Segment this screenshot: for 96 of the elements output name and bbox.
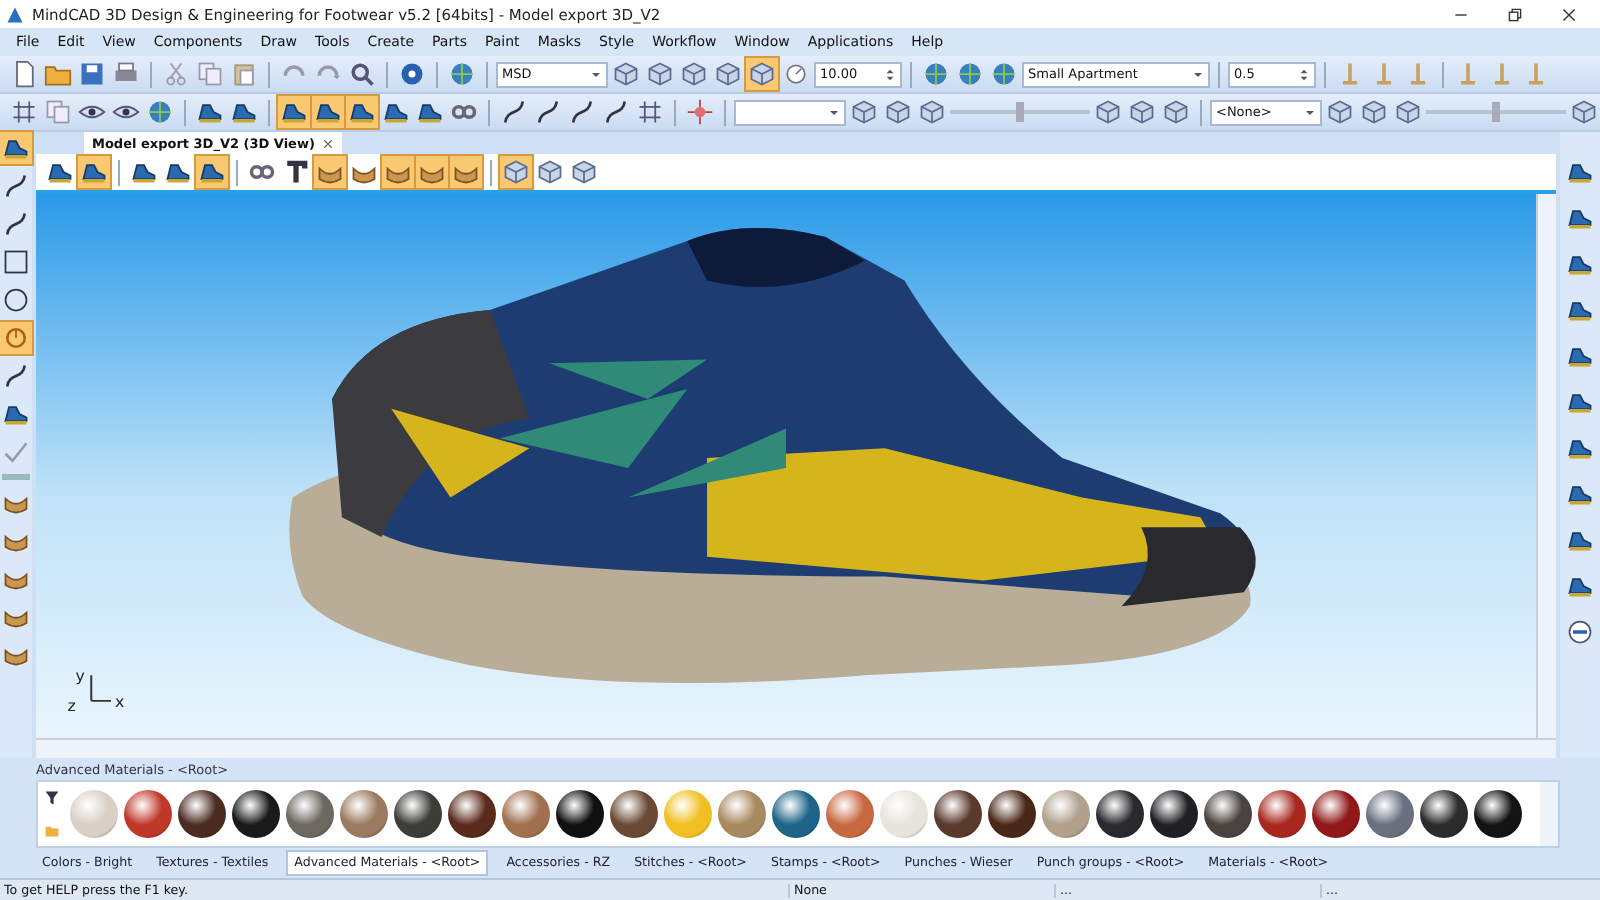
cube-icon[interactable] — [848, 96, 880, 128]
material-swatch[interactable] — [1150, 790, 1198, 838]
curve-icon[interactable] — [0, 360, 32, 392]
material-swatch[interactable] — [286, 790, 334, 838]
shoe-icon[interactable] — [0, 132, 32, 164]
material-swatch[interactable] — [448, 790, 496, 838]
cube-icon[interactable] — [1092, 96, 1124, 128]
curve-icon[interactable] — [498, 96, 530, 128]
cube-icon[interactable] — [882, 96, 914, 128]
material-swatch[interactable] — [1420, 790, 1468, 838]
cube-icon[interactable] — [610, 58, 642, 90]
material-swatch[interactable] — [880, 790, 928, 838]
material-swatch[interactable] — [664, 790, 712, 838]
material-swatch[interactable] — [1474, 790, 1522, 838]
axis-label: x — [114, 692, 125, 711]
material-swatch[interactable] — [988, 790, 1036, 838]
material-swatch[interactable] — [70, 790, 118, 838]
material-swatch[interactable] — [1204, 790, 1252, 838]
material-swatch[interactable] — [1096, 790, 1144, 838]
crosshair-icon[interactable] — [684, 96, 716, 128]
check-icon[interactable] — [0, 436, 32, 468]
curve-icon[interactable] — [532, 96, 564, 128]
cube-icon[interactable] — [1324, 96, 1356, 128]
material-swatch[interactable] — [556, 790, 604, 838]
globe-icon[interactable] — [988, 58, 1020, 90]
close-icon[interactable] — [1562, 7, 1576, 21]
gauge-icon[interactable] — [780, 58, 812, 90]
material-swatch[interactable] — [934, 790, 982, 838]
sole-icon[interactable] — [314, 156, 346, 188]
caret-icon[interactable] — [1304, 105, 1316, 119]
material-swatch[interactable] — [1312, 790, 1360, 838]
shoe-icon[interactable] — [312, 96, 344, 128]
cube-icon[interactable] — [712, 58, 744, 90]
material-swatch[interactable] — [178, 790, 226, 838]
cube-icon[interactable] — [678, 58, 710, 90]
slider[interactable] — [1426, 100, 1566, 124]
slider[interactable] — [950, 100, 1090, 124]
curve-icon[interactable] — [0, 208, 32, 240]
restore-icon[interactable] — [1508, 7, 1522, 21]
close-icon[interactable] — [322, 137, 335, 149]
cube-icon[interactable] — [916, 96, 948, 128]
square-icon[interactable] — [0, 246, 32, 278]
shoe-icon[interactable] — [78, 156, 110, 188]
curve-icon[interactable] — [566, 96, 598, 128]
material-swatch[interactable] — [718, 790, 766, 838]
curve-icon[interactable] — [0, 170, 32, 202]
cube-icon[interactable] — [1392, 96, 1424, 128]
cube-icon[interactable] — [1568, 96, 1600, 128]
dropdown-field[interactable] — [734, 99, 846, 125]
shoe-icon[interactable] — [196, 156, 228, 188]
caret-icon[interactable] — [828, 105, 840, 119]
globe-icon[interactable] — [954, 58, 986, 90]
grid-icon[interactable] — [634, 96, 666, 128]
spinner-arrows-icon[interactable] — [884, 67, 896, 81]
sole-icon[interactable] — [416, 156, 448, 188]
cube-icon[interactable] — [1160, 96, 1192, 128]
cube-icon[interactable] — [568, 156, 600, 188]
material-swatch[interactable] — [340, 790, 388, 838]
material-swatch[interactable] — [502, 790, 550, 838]
material-swatch[interactable] — [1366, 790, 1414, 838]
spinner-arrows-icon[interactable] — [1298, 67, 1310, 81]
axis-drawing — [90, 674, 112, 702]
curve-icon[interactable] — [600, 96, 632, 128]
caret-icon[interactable] — [590, 67, 602, 81]
filter-icon[interactable] — [44, 790, 60, 806]
horizontal-scrollbar[interactable] — [36, 738, 1556, 758]
search-icon[interactable] — [346, 58, 378, 90]
material-swatch[interactable] — [610, 790, 658, 838]
app-logo-icon — [6, 5, 24, 23]
material-swatch[interactable] — [826, 790, 874, 838]
cube-icon[interactable] — [1126, 96, 1158, 128]
material-swatch[interactable] — [772, 790, 820, 838]
axis-label: y — [75, 667, 85, 686]
material-swatch[interactable] — [124, 790, 172, 838]
vertical-scrollbar[interactable] — [1536, 194, 1556, 738]
material-swatch[interactable] — [232, 790, 280, 838]
material-swatch[interactable] — [1258, 790, 1306, 838]
material-swatch[interactable] — [1042, 790, 1090, 838]
cube-icon[interactable] — [534, 156, 566, 188]
shoe-icon[interactable] — [278, 96, 310, 128]
cube-icon[interactable] — [644, 58, 676, 90]
material-swatch[interactable] — [394, 790, 442, 838]
sole-icon[interactable] — [450, 156, 482, 188]
minus-icon[interactable] — [1564, 616, 1596, 648]
globe-icon[interactable] — [920, 58, 952, 90]
axis-label: z — [67, 696, 76, 715]
circle-icon[interactable] — [0, 284, 32, 316]
sole-icon[interactable] — [382, 156, 414, 188]
cube-icon[interactable] — [1358, 96, 1390, 128]
grid-icon[interactable] — [8, 96, 40, 128]
cube-icon[interactable] — [500, 156, 532, 188]
vertical-scrollbar[interactable] — [1540, 782, 1558, 846]
caret-icon[interactable] — [1192, 67, 1204, 81]
3d-viewport[interactable]: y z x — [36, 194, 1536, 738]
cube-icon[interactable] — [746, 58, 778, 90]
shoe-icon[interactable] — [346, 96, 378, 128]
